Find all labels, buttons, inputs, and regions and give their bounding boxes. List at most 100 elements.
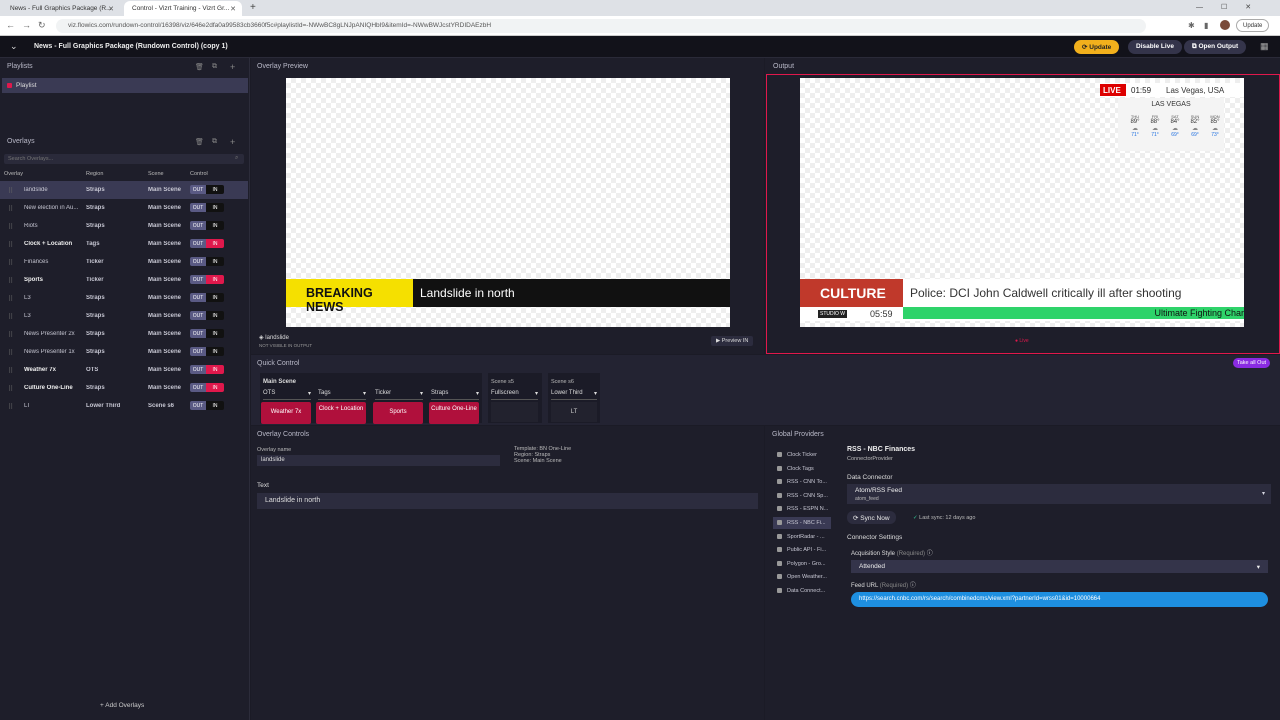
overlay-row[interactable]: ⠿ L3 Straps Main Scene OUT IN [0,307,248,325]
ots-select[interactable]: OTS ▾ [263,390,311,400]
overlay-row[interactable]: ⠿ Clock + Location Tags Main Scene OUT I… [0,235,248,253]
overlay-row[interactable]: ⠿ landslide Straps Main Scene OUT IN [0,181,248,199]
in-button[interactable]: IN [206,347,224,356]
fullscreen-select[interactable]: Fullscreen ▾ [491,390,538,400]
provider-item[interactable]: Clock Tags [773,463,831,475]
drag-handle-icon[interactable]: ⠿ [8,313,13,321]
out-button[interactable]: OUT [190,221,206,230]
reload-icon[interactable]: ↻ [38,20,46,31]
trash-icon[interactable]: 🗑 [195,63,204,71]
weather-7x-button[interactable]: Weather 7x [261,402,311,424]
browser-update-button[interactable]: Update [1236,19,1270,32]
out-button[interactable]: OUT [190,365,206,374]
window-controls[interactable]: — ☐ ✕ [1196,3,1251,11]
copy-icon[interactable]: ⧉ [212,63,217,71]
drag-handle-icon[interactable]: ⠿ [8,403,13,411]
disable-live-button[interactable]: Disable Live [1128,40,1182,54]
in-button[interactable]: IN [206,293,224,302]
tags-select[interactable]: Tags ▾ [318,390,366,400]
connector-select[interactable]: Atom/RSS Feed atom_feed ▾ [847,484,1271,504]
provider-item[interactable]: Clock Ticker [773,449,831,461]
culture-one-line-button[interactable]: Culture One-Line [429,402,479,424]
open-output-button[interactable]: ⧉ Open Output [1184,40,1247,54]
browser-tab-active[interactable]: Control - Vizrt Training - Vizrt Gr... ✕ [124,1,242,16]
overlay-row[interactable]: ⠿ New election in Au... Straps Main Scen… [0,199,248,217]
sports-button[interactable]: Sports [373,402,423,424]
search-overlays-input[interactable] [4,154,244,164]
take-all-out-button[interactable]: Take all Out [1233,358,1271,368]
provider-item[interactable]: RSS - NBC Fi... [773,517,831,529]
text-input[interactable]: Landslide in north [257,493,758,509]
provider-item[interactable]: Data Connect... [773,585,831,597]
forward-icon[interactable]: → [22,20,31,30]
drag-handle-icon[interactable]: ⠿ [8,223,13,231]
overlay-row[interactable]: ⠿ L3 Straps Main Scene OUT IN [0,289,248,307]
overlay-row[interactable]: ⠿ Riots Straps Main Scene OUT IN [0,217,248,235]
extensions-icon[interactable]: ✱ [1188,21,1195,30]
overlay-row[interactable]: ⠿ News Presenter 2x Straps Main Scene OU… [0,325,248,343]
in-button[interactable]: IN [206,275,224,284]
copy-icon[interactable]: ⧉ [212,138,217,146]
overlay-name-input[interactable]: landslide [257,455,500,466]
out-button[interactable]: OUT [190,257,206,266]
preview-in-button[interactable]: ▶ Preview IN [711,336,754,346]
drag-handle-icon[interactable]: ⠿ [8,205,13,213]
overlay-row[interactable]: ⠿ Finances Ticker Main Scene OUT IN [0,253,248,271]
in-button[interactable]: IN [206,203,224,212]
in-button[interactable]: IN [206,239,224,248]
lt-button[interactable]: LT [551,402,597,422]
provider-item[interactable]: Open Weather... [773,571,831,583]
straps-select[interactable]: Straps ▾ [431,390,479,400]
sync-now-button[interactable]: ⟳ Sync Now [847,511,896,524]
add-icon[interactable]: + [230,137,235,147]
add-overlays-button[interactable]: + Add Overlays [100,702,144,709]
browser-tab[interactable]: News - Full Graphics Package (R... ✕ [2,1,120,16]
provider-item[interactable]: SportRadar - ... [773,531,831,543]
drag-handle-icon[interactable]: ⠿ [8,367,13,375]
clock-location-button[interactable]: Clock + Location [316,402,366,424]
overlay-row[interactable]: ⠿ LT Lower Third Scene s6 OUT IN [0,397,248,415]
drag-handle-icon[interactable]: ⠿ [8,349,13,357]
drag-handle-icon[interactable]: ⠿ [8,241,13,249]
out-button[interactable]: OUT [190,185,206,194]
out-button[interactable]: OUT [190,275,206,284]
drag-handle-icon[interactable]: ⠿ [8,295,13,303]
out-button[interactable]: OUT [190,383,206,392]
out-button[interactable]: OUT [190,239,206,248]
out-button[interactable]: OUT [190,329,206,338]
new-tab-button[interactable]: + [250,2,256,13]
chevron-down-icon[interactable]: ⌄ [10,41,18,52]
in-button[interactable]: IN [206,383,224,392]
drag-handle-icon[interactable]: ⠿ [8,277,13,285]
trash-icon[interactable]: 🗑 [195,138,204,146]
in-button[interactable]: IN [206,257,224,266]
playlist-item[interactable]: Playlist [2,78,248,93]
provider-item[interactable]: RSS - CNN Sp... [773,490,831,502]
provider-item[interactable]: RSS - CNN To... [773,476,831,488]
out-button[interactable]: OUT [190,401,206,410]
overlay-row[interactable]: ⠿ Culture One-Line Straps Main Scene OUT… [0,379,248,397]
out-button[interactable]: OUT [190,203,206,212]
out-button[interactable]: OUT [190,293,206,302]
drag-handle-icon[interactable]: ⠿ [8,187,13,195]
provider-item[interactable]: Public API - Fi... [773,544,831,556]
in-button[interactable]: IN [206,365,224,374]
add-icon[interactable]: + [230,62,235,72]
in-button[interactable]: IN [206,401,224,410]
overlay-row[interactable]: ⠿ Weather 7x OTS Main Scene OUT IN [0,361,248,379]
lower-third-select[interactable]: Lower Third ▾ [551,390,597,400]
feed-url-input[interactable]: https://search.cnbc.com/rs/search/combin… [851,592,1268,607]
in-button[interactable]: IN [206,311,224,320]
ticker-select[interactable]: Ticker ▾ [375,390,423,400]
sidepanel-icon[interactable]: ▮ [1204,21,1208,30]
avatar[interactable] [1220,20,1230,30]
out-button[interactable]: OUT [190,311,206,320]
back-icon[interactable]: ← [6,20,15,30]
layout-icon[interactable]: ▦ [1260,41,1269,52]
drag-handle-icon[interactable]: ⠿ [8,385,13,393]
in-button[interactable]: IN [206,221,224,230]
acquisition-select[interactable]: Attended ▾ [851,560,1268,573]
out-button[interactable]: OUT [190,347,206,356]
provider-item[interactable]: RSS - ESPN N... [773,503,831,515]
update-button[interactable]: ⟳ Update [1074,40,1120,54]
